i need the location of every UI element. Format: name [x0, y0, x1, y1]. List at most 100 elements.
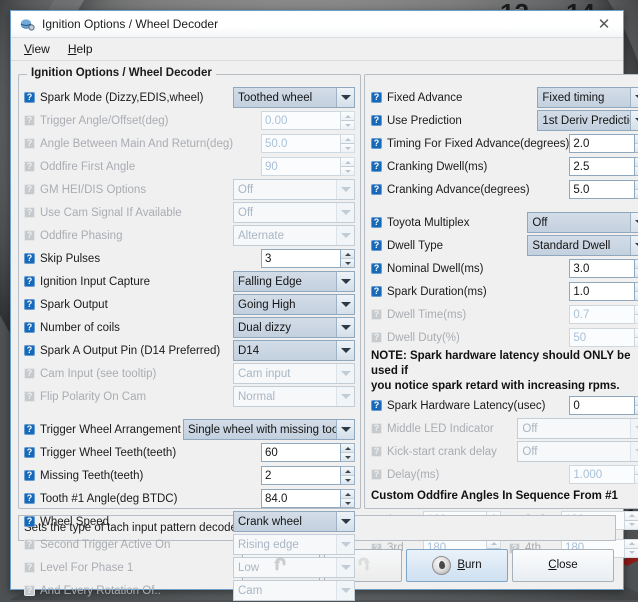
- spinner-down-icon[interactable]: [341, 499, 354, 507]
- spinner-spark-duration-ms[interactable]: 1.0: [569, 282, 638, 301]
- spinner-value: 0.7: [569, 305, 635, 324]
- spinner-value[interactable]: 84.0: [261, 489, 341, 508]
- combo-spark-mode-dizzy-edis-wheel[interactable]: Toothed wheel: [233, 87, 355, 108]
- info-help-icon[interactable]: ?: [24, 424, 35, 435]
- field-control: 2.0: [569, 134, 638, 153]
- label-text: Fixed Advance: [387, 92, 462, 104]
- combo-use-prediction[interactable]: 1st Deriv Prediction: [537, 110, 638, 131]
- info-help-icon[interactable]: ?: [371, 184, 382, 195]
- spinner-skip-pulses[interactable]: 3: [261, 249, 355, 268]
- label-text: Cranking Advance(degrees): [387, 184, 530, 196]
- info-help-icon[interactable]: ?: [24, 470, 35, 481]
- menu-item-view[interactable]: View: [17, 40, 57, 58]
- spinner-value[interactable]: 3.0: [569, 259, 635, 278]
- info-help-icon[interactable]: ?: [24, 447, 35, 458]
- spinner-buttons[interactable]: [341, 249, 355, 268]
- spinner-timing-for-fixed-advance-degrees[interactable]: 2.0: [569, 134, 638, 153]
- info-help-icon[interactable]: ?: [24, 516, 35, 527]
- info-help-icon[interactable]: ?: [24, 92, 35, 103]
- spinner-up-icon[interactable]: [341, 250, 354, 259]
- right-group-box: ?Fixed AdvanceFixed timing?Use Predictio…: [364, 74, 638, 509]
- field-control: 2: [261, 466, 355, 485]
- field-label-spark-a-output-pin-d14-preferred: ?Spark A Output Pin (D14 Preferred): [24, 345, 220, 357]
- spinner-down-icon[interactable]: [341, 476, 354, 484]
- chevron-down-icon[interactable]: [630, 111, 638, 130]
- spinner-buttons[interactable]: [341, 489, 355, 508]
- info-help-icon[interactable]: ?: [371, 217, 382, 228]
- combo-value: D14: [234, 341, 336, 360]
- combo-wheel-speed[interactable]: Crank wheel: [233, 511, 355, 532]
- chevron-down-icon[interactable]: [336, 88, 354, 107]
- spinner-value[interactable]: 3: [261, 249, 341, 268]
- spinner-spark-hardware-latency-usec[interactable]: 0: [569, 396, 638, 415]
- info-help-icon[interactable]: ?: [371, 92, 382, 103]
- spinner-cranking-dwell-ms[interactable]: 2.5: [569, 157, 638, 176]
- spinner-cranking-advance-degrees[interactable]: 5.0: [569, 180, 638, 199]
- spinner-tooth-1-angle-deg-btdc[interactable]: 84.0: [261, 489, 355, 508]
- close-button[interactable]: Close: [512, 549, 614, 582]
- combo-trigger-wheel-arrangement[interactable]: Single wheel with missing tooth: [183, 419, 355, 440]
- combo-ignition-input-capture[interactable]: Falling Edge: [233, 271, 355, 292]
- spinner-value[interactable]: 2: [261, 466, 341, 485]
- label-text: Dwell Time(ms): [387, 309, 466, 321]
- info-help-icon: ?: [24, 391, 35, 402]
- chevron-down-icon[interactable]: [336, 512, 354, 531]
- spinner-value: 50: [569, 328, 635, 347]
- spinner-up-icon[interactable]: [341, 444, 354, 453]
- spinner-buttons: [625, 539, 638, 558]
- combo-value: Rising edge: [234, 535, 336, 554]
- chevron-down-icon[interactable]: [336, 318, 354, 337]
- field-control: 90: [261, 157, 355, 176]
- spinner-trigger-wheel-teeth-teeth[interactable]: 60: [261, 443, 355, 462]
- spinner-value[interactable]: 1.0: [569, 282, 635, 301]
- info-help-icon[interactable]: ?: [371, 400, 382, 411]
- combo-dwell-type[interactable]: Standard Dwell: [527, 235, 638, 256]
- menu-item-help[interactable]: Help: [61, 40, 100, 58]
- info-help-icon[interactable]: ?: [24, 493, 35, 504]
- spinner-up-icon: [341, 135, 354, 144]
- spinner-value[interactable]: 60: [261, 443, 341, 462]
- spinner-value[interactable]: 2.5: [569, 157, 635, 176]
- chevron-down-icon[interactable]: [336, 272, 354, 291]
- combo-toyota-multiplex[interactable]: Off: [527, 212, 638, 233]
- chevron-down-icon[interactable]: [336, 420, 354, 439]
- info-help-icon[interactable]: ?: [24, 253, 35, 264]
- spinner-buttons[interactable]: [341, 466, 355, 485]
- info-help-icon[interactable]: ?: [371, 263, 382, 274]
- info-help-icon[interactable]: ?: [371, 240, 382, 251]
- info-help-icon[interactable]: ?: [24, 299, 35, 310]
- combo-spark-output[interactable]: Going High: [233, 294, 355, 315]
- info-help-icon[interactable]: ?: [371, 138, 382, 149]
- spinner-value[interactable]: 0: [569, 396, 635, 415]
- spinner-up-icon[interactable]: [341, 490, 354, 499]
- close-icon[interactable]: ✕: [591, 14, 617, 34]
- chevron-down-icon[interactable]: [630, 213, 638, 232]
- info-help-icon[interactable]: ?: [371, 286, 382, 297]
- chevron-down-icon[interactable]: [336, 341, 354, 360]
- flame-icon: [432, 556, 451, 575]
- spinner-nominal-dwell-ms[interactable]: 3.0: [569, 259, 638, 278]
- info-help-icon[interactable]: ?: [24, 276, 35, 287]
- spinner-down-icon[interactable]: [341, 259, 354, 267]
- spinner-value[interactable]: 5.0: [569, 180, 635, 199]
- spinner-missing-teeth-teeth[interactable]: 2: [261, 466, 355, 485]
- spinner-up-icon[interactable]: [341, 467, 354, 476]
- combo-cam-input-see-tooltip: Cam input: [233, 363, 355, 384]
- combo-fixed-advance[interactable]: Fixed timing: [537, 87, 638, 108]
- label-text: Toyota Multiplex: [387, 217, 469, 229]
- info-help-icon[interactable]: ?: [24, 345, 35, 356]
- burn-button[interactable]: Burn: [406, 549, 508, 582]
- combo-value: Standard Dwell: [528, 236, 630, 255]
- spinner-buttons[interactable]: [341, 443, 355, 462]
- info-help-icon[interactable]: ?: [371, 161, 382, 172]
- spinner-value[interactable]: 2.0: [569, 134, 635, 153]
- chevron-down-icon[interactable]: [630, 236, 638, 255]
- info-help-icon[interactable]: ?: [24, 322, 35, 333]
- chevron-down-icon[interactable]: [336, 295, 354, 314]
- chevron-down-icon[interactable]: [630, 88, 638, 107]
- combo-number-of-coils[interactable]: Dual dizzy: [233, 317, 355, 338]
- info-help-icon[interactable]: ?: [371, 115, 382, 126]
- redo-icon: [353, 555, 373, 575]
- combo-spark-a-output-pin-d14-preferred[interactable]: D14: [233, 340, 355, 361]
- spinner-down-icon[interactable]: [341, 453, 354, 461]
